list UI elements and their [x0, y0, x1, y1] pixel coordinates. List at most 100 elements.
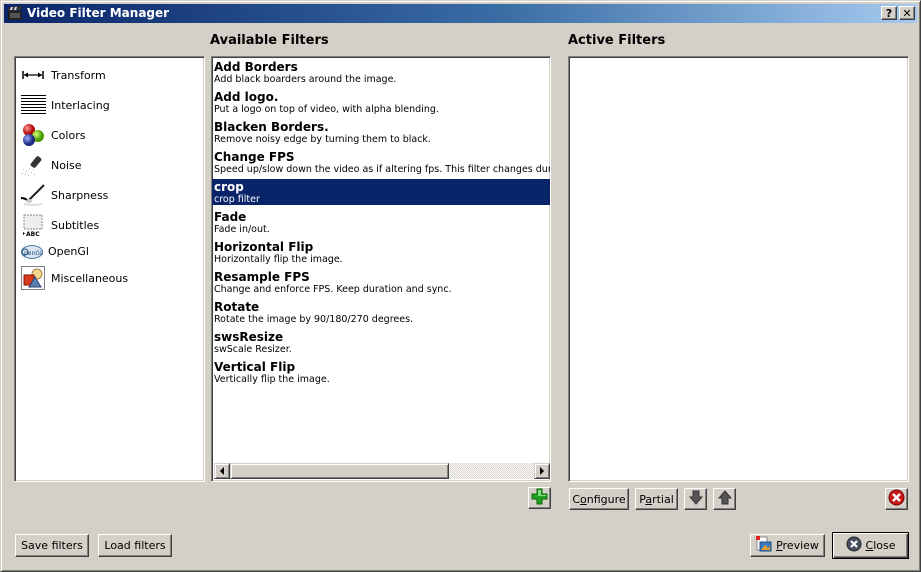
filter-name: Rotate	[214, 300, 260, 314]
category-transform[interactable]: Transform	[15, 60, 204, 90]
filter-item-add-logo[interactable]: Add logo. Put a logo on top of video, wit…	[212, 89, 550, 119]
partial-label: Partial	[639, 493, 674, 506]
category-subtitles[interactable]: ABC Subtitles	[15, 210, 204, 240]
video-filter-manager-window: Video Filter Manager ? ✕ Transform Inter…	[0, 0, 921, 572]
label-part: review	[782, 539, 819, 552]
available-filters-list[interactable]: Add Borders Add black boarders around the…	[211, 56, 551, 482]
save-filters-label: Save filters	[21, 539, 83, 552]
title-bar[interactable]: Video Filter Manager ? ✕	[4, 4, 917, 23]
preview-label: Preview	[776, 539, 819, 552]
filter-item-fade[interactable]: Fade Fade in/out.	[212, 209, 550, 239]
filter-item-rotate[interactable]: Rotate Rotate the image by 90/180/270 deg…	[212, 299, 550, 329]
filter-description: Add black boarders around the image.	[214, 74, 397, 85]
clapperboard-icon	[7, 5, 23, 21]
colors-balls-icon	[20, 123, 46, 147]
filter-name: Horizontal Flip	[214, 240, 314, 254]
filter-description: swScale Resizer.	[214, 344, 292, 355]
preview-button[interactable]: Preview	[750, 534, 825, 557]
sharpness-brush-icon	[20, 183, 46, 207]
category-sharpness[interactable]: Sharpness	[15, 180, 204, 210]
move-down-button[interactable]	[684, 488, 707, 510]
filter-item-resample-fps[interactable]: Resample FPS Change and enforce FPS. Keep…	[212, 269, 550, 299]
category-label: Noise	[51, 158, 82, 172]
active-filters-heading: Active Filters	[568, 33, 666, 48]
arrow-right-icon	[540, 467, 544, 475]
svg-text:penGL: penGL	[24, 250, 43, 257]
misc-shapes-icon	[20, 266, 46, 290]
mnemonic: o	[580, 492, 587, 506]
filter-item-blacken-borders[interactable]: Blacken Borders. Remove noisy edge by tur…	[212, 119, 550, 149]
arrow-left-icon	[220, 467, 224, 475]
category-colors[interactable]: Colors	[15, 120, 204, 150]
category-label: Interlacing	[51, 98, 110, 112]
add-filter-button[interactable]	[528, 487, 551, 509]
active-filters-list[interactable]	[568, 56, 909, 482]
filter-description: Put a logo on top of video, with alpha b…	[214, 104, 439, 115]
filter-name: Vertical Flip	[214, 360, 296, 374]
category-label: Miscellaneous	[51, 271, 129, 285]
filter-name: Resample FPS	[214, 270, 310, 284]
red-x-circle-icon	[888, 489, 905, 509]
filter-description: Rotate the image by 90/180/270 degrees.	[214, 314, 414, 325]
filter-description: Change and enforce FPS. Keep duration an…	[214, 284, 452, 295]
filter-item-change-fps[interactable]: Change FPS Speed up/slow down the video a…	[212, 149, 550, 179]
filter-description: Speed up/slow down the video as if alter…	[214, 164, 551, 175]
remove-filter-button[interactable]	[885, 488, 908, 510]
category-opengl[interactable]: penGL OpenGl	[15, 240, 204, 263]
window-close-button[interactable]: ✕	[899, 6, 915, 20]
close-circle-icon	[846, 536, 862, 555]
label-part: C	[572, 492, 581, 506]
save-filters-button[interactable]: Save filters	[15, 534, 89, 557]
label-part: nfigure	[586, 492, 626, 506]
configure-label: Configure	[572, 493, 625, 506]
filter-description: Vertically flip the image.	[214, 374, 330, 385]
configure-button[interactable]: Configure	[569, 488, 629, 510]
filter-item-horizontal-flip[interactable]: Horizontal Flip Horizontally flip the ima…	[212, 239, 550, 269]
filter-name: Add logo.	[214, 90, 279, 104]
filter-description: Horizontally flip the image.	[214, 254, 343, 265]
category-label: Colors	[51, 128, 86, 142]
green-plus-icon	[531, 488, 548, 508]
help-button[interactable]: ?	[881, 6, 897, 20]
label-part: rtial	[652, 492, 674, 506]
category-label: Subtitles	[51, 218, 100, 232]
preview-image-icon	[756, 536, 772, 555]
filter-description: Remove noisy edge by turning them to bla…	[214, 134, 431, 145]
category-label: OpenGl	[48, 245, 89, 258]
scroll-right-button[interactable]	[534, 463, 550, 479]
scroll-left-button[interactable]	[214, 463, 230, 479]
filter-item-sws-resize[interactable]: swsResize swScale Resizer.	[212, 329, 550, 359]
category-interlacing[interactable]: Interlacing	[15, 90, 204, 120]
arrow-up-icon	[717, 490, 732, 508]
close-button[interactable]: Close	[832, 532, 909, 559]
available-filters-heading: Available Filters	[210, 33, 329, 48]
category-list[interactable]: Transform Interlacing Colors Noise Sharp…	[14, 56, 205, 482]
filter-name: Fade	[214, 210, 247, 224]
filter-description: Fade in/out.	[214, 224, 270, 235]
filter-name: Add Borders	[214, 60, 298, 74]
filter-item-vertical-flip[interactable]: Vertical Flip Vertically flip the image.	[212, 359, 550, 389]
category-label: Sharpness	[51, 188, 109, 202]
load-filters-button[interactable]: Load filters	[98, 534, 172, 557]
arrow-down-icon	[688, 490, 703, 508]
svg-text:ABC: ABC	[26, 231, 40, 237]
window-title: Video Filter Manager	[27, 6, 170, 20]
horizontal-scrollbar[interactable]	[214, 463, 550, 479]
subtitles-abc-icon: ABC	[20, 213, 46, 237]
filter-name: Change FPS	[214, 150, 295, 164]
filter-name: Blacken Borders.	[214, 120, 329, 134]
filter-item-add-borders[interactable]: Add Borders Add black boarders around the…	[212, 59, 550, 89]
close-label: Close	[866, 539, 896, 552]
move-up-button[interactable]	[713, 488, 736, 510]
partial-button[interactable]: Partial	[635, 488, 678, 510]
opengl-logo-icon: penGL	[20, 243, 44, 261]
category-label: Transform	[51, 68, 106, 82]
interlacing-lines-icon	[20, 93, 46, 117]
scrollbar-thumb[interactable]	[230, 463, 449, 479]
category-noise[interactable]: Noise	[15, 150, 204, 180]
transform-arrow-icon	[20, 63, 46, 87]
label-part: lose	[873, 539, 896, 552]
category-miscellaneous[interactable]: Miscellaneous	[15, 263, 204, 293]
filter-item-crop[interactable]: crop crop filter	[212, 179, 550, 205]
noise-brush-icon	[20, 153, 46, 177]
